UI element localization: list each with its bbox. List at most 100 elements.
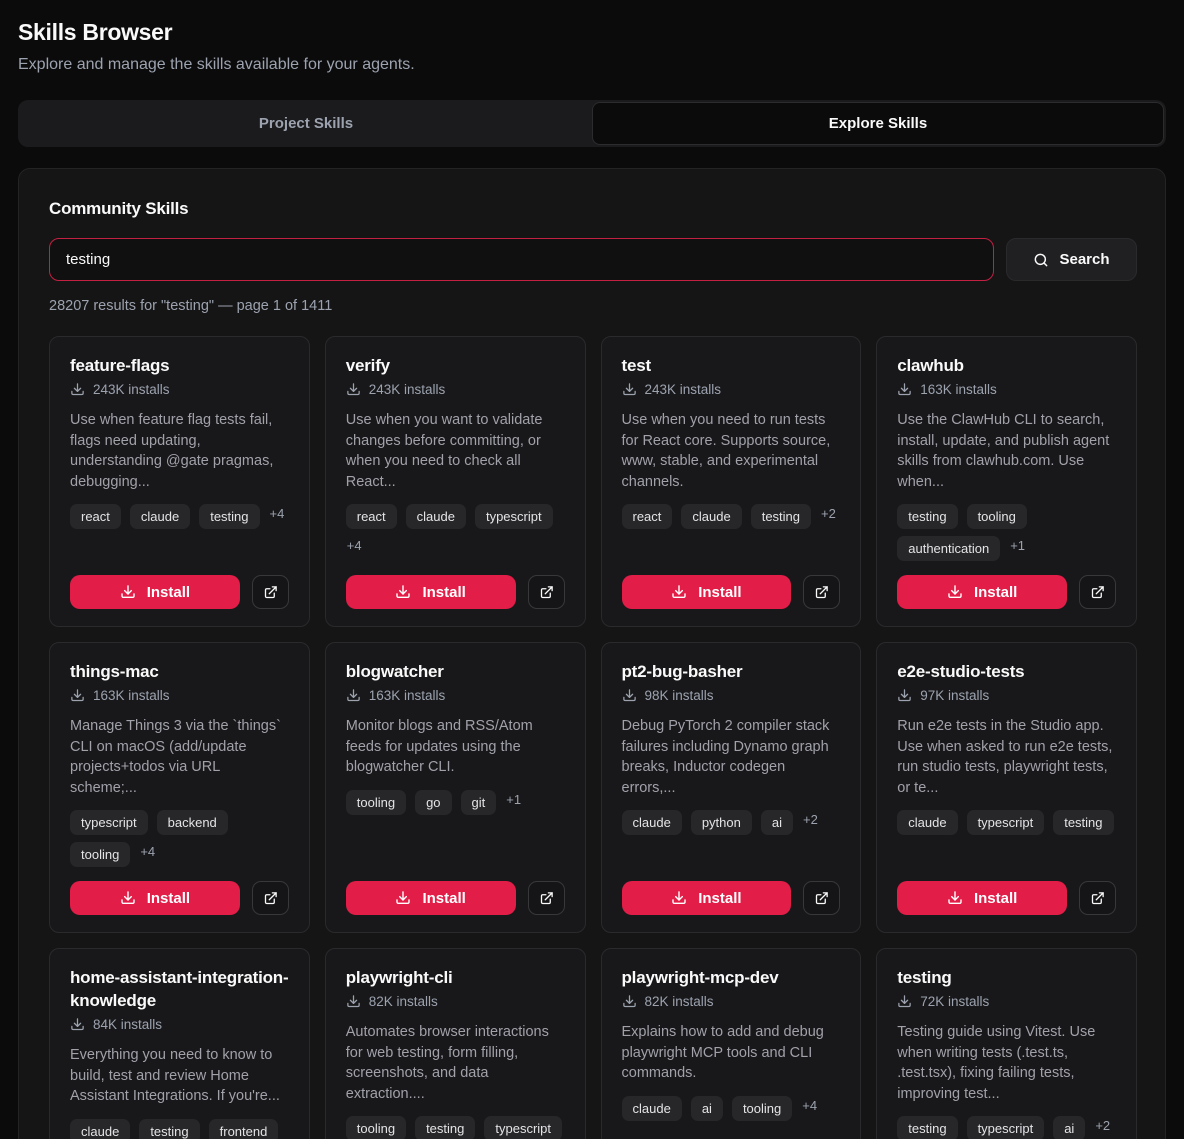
skill-card-actions: Install — [897, 881, 1116, 915]
external-link-button[interactable] — [1079, 881, 1116, 915]
tab-project-skills[interactable]: Project Skills — [20, 102, 592, 145]
external-link-icon — [814, 585, 829, 600]
tag: tooling — [732, 1096, 792, 1121]
skill-card: things-mac 163K installs Manage Things 3… — [49, 642, 310, 933]
install-button-label: Install — [974, 584, 1017, 601]
skill-card: home-assistant-integration-knowledge 84K… — [49, 948, 310, 1139]
installs-count: 72K installs — [920, 994, 989, 1009]
skill-description: Debug PyTorch 2 compiler stack failures … — [622, 716, 841, 798]
skill-description: Use when you want to validate changes be… — [346, 410, 565, 492]
skill-tags: react claude typescript +4 — [346, 504, 565, 553]
install-button[interactable]: Install — [622, 881, 792, 915]
install-download-icon — [947, 890, 963, 906]
install-button[interactable]: Install — [897, 881, 1067, 915]
skill-title: home-assistant-integration-knowledge — [70, 966, 289, 1012]
more-tags-indicator: +4 — [270, 506, 285, 521]
skill-card: e2e-studio-tests 97K installs Run e2e te… — [876, 642, 1137, 933]
skill-installs: 82K installs — [346, 994, 565, 1009]
skill-installs: 243K installs — [346, 382, 565, 397]
install-button[interactable]: Install — [70, 881, 240, 915]
search-icon — [1033, 252, 1049, 268]
tag: tooling — [967, 504, 1027, 529]
install-button-label: Install — [422, 890, 465, 907]
install-button-label: Install — [147, 890, 190, 907]
skill-description: Automates browser interactions for web t… — [346, 1022, 565, 1104]
install-button[interactable]: Install — [346, 881, 516, 915]
skill-installs: 243K installs — [70, 382, 289, 397]
download-icon — [622, 382, 637, 397]
tag: claude — [622, 810, 682, 835]
skill-title: testing — [897, 966, 1116, 989]
external-link-icon — [263, 891, 278, 906]
install-button[interactable]: Install — [70, 575, 240, 609]
skill-card: feature-flags 243K installs Use when fea… — [49, 336, 310, 627]
tag: frontend — [209, 1119, 279, 1139]
skill-card: blogwatcher 163K installs Monitor blogs … — [325, 642, 586, 933]
tab-explore-skills[interactable]: Explore Skills — [592, 102, 1164, 145]
tag: claude — [681, 504, 741, 529]
skill-title: test — [622, 354, 841, 377]
install-button-label: Install — [147, 584, 190, 601]
external-link-button[interactable] — [1079, 575, 1116, 609]
results-summary: 28207 results for "testing" — page 1 of … — [49, 298, 1137, 314]
skill-tags: toolinggogit+1 — [346, 790, 565, 815]
external-link-button[interactable] — [252, 881, 289, 915]
tag: testing — [751, 504, 811, 529]
skill-tags: reactclaudetesting+2 — [622, 504, 841, 529]
skill-tags: claudetestingfrontend+4 — [70, 1119, 289, 1139]
external-link-icon — [1090, 585, 1105, 600]
skill-tags: toolingtestingtypescript+1 — [346, 1116, 565, 1139]
skill-card: pt2-bug-basher 98K installs Debug PyTorc… — [601, 642, 862, 933]
tag: react — [346, 504, 397, 529]
skill-installs: 97K installs — [897, 688, 1116, 703]
install-button[interactable]: Install — [346, 575, 516, 609]
external-link-button[interactable] — [252, 575, 289, 609]
more-tags-indicator: +4 — [347, 538, 362, 553]
skill-card-actions: Install — [897, 575, 1116, 609]
install-download-icon — [947, 584, 963, 600]
skill-installs: 163K installs — [346, 688, 565, 703]
external-link-button[interactable] — [803, 575, 840, 609]
external-link-button[interactable] — [528, 575, 565, 609]
skill-installs: 243K installs — [622, 382, 841, 397]
external-link-icon — [539, 585, 554, 600]
tag: ai — [761, 810, 793, 835]
skills-tabbar: Project Skills Explore Skills — [18, 100, 1166, 147]
external-link-button[interactable] — [803, 881, 840, 915]
install-button-label: Install — [974, 890, 1017, 907]
install-button-label: Install — [698, 584, 741, 601]
skill-description: Monitor blogs and RSS/Atom feeds for upd… — [346, 716, 565, 778]
tag: python — [691, 810, 752, 835]
external-link-button[interactable] — [528, 881, 565, 915]
skill-description: Manage Things 3 via the `things` CLI on … — [70, 716, 289, 798]
download-icon — [346, 688, 361, 703]
install-download-icon — [671, 890, 687, 906]
tag: claude — [406, 504, 466, 529]
installs-count: 82K installs — [645, 994, 714, 1009]
skill-description: Run e2e tests in the Studio app. Use whe… — [897, 716, 1116, 798]
tag: claude — [622, 1096, 682, 1121]
skill-installs: 72K installs — [897, 994, 1116, 1009]
more-tags-indicator: +1 — [506, 792, 521, 807]
external-link-icon — [263, 585, 278, 600]
community-skills-panel: Community Skills Search 28207 results fo… — [18, 168, 1166, 1139]
download-icon — [622, 994, 637, 1009]
search-input[interactable] — [49, 238, 994, 281]
search-button[interactable]: Search — [1006, 238, 1137, 281]
skill-card-actions: Install — [346, 881, 565, 915]
install-button[interactable]: Install — [897, 575, 1067, 609]
install-button[interactable]: Install — [622, 575, 792, 609]
skill-installs: 163K installs — [70, 688, 289, 703]
tag: claude — [897, 810, 957, 835]
skill-installs: 84K installs — [70, 1017, 289, 1032]
installs-count: 84K installs — [93, 1017, 162, 1032]
tag: typescript — [967, 1116, 1045, 1139]
tag: typescript — [475, 504, 553, 529]
download-icon — [346, 382, 361, 397]
tag: tooling — [346, 1116, 406, 1139]
more-tags-indicator: +2 — [821, 506, 836, 521]
download-icon — [897, 688, 912, 703]
skill-tags: testingtoolingauthentication+1 — [897, 504, 1116, 561]
skill-title: verify — [346, 354, 565, 377]
tag: tooling — [70, 842, 130, 867]
